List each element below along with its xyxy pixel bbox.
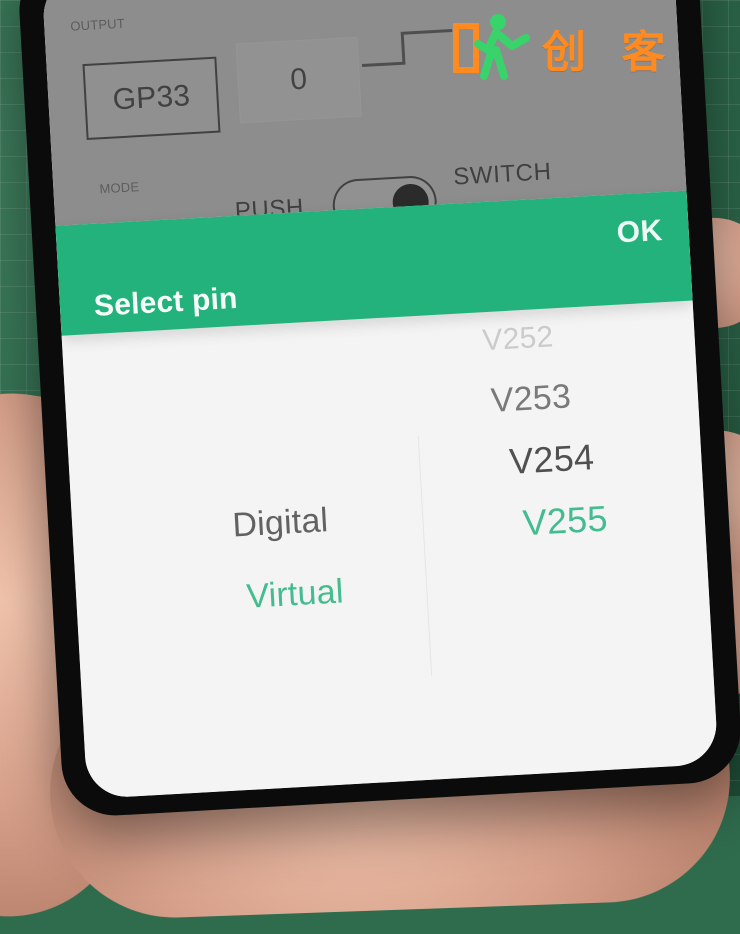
pin-picker[interactable]: Digital Virtual V252 V253 V254 V255 [62,300,719,799]
dialog-title: Select pin [93,281,239,323]
phone-screen: OUTPUT GP33 0 MODE PUSH SWITCH OK Select… [41,0,719,799]
pin-option-v255[interactable]: V255 [522,498,609,545]
select-pin-dialog: OK Select pin Digital Virtual V252 V253 … [55,190,719,799]
type-option-virtual[interactable]: Virtual [245,572,344,616]
phone: OUTPUT GP33 0 MODE PUSH SWITCH OK Select… [16,0,740,819]
ok-button[interactable]: OK [616,214,664,251]
picker-divider [417,435,433,676]
pin-option-v252[interactable]: V252 [482,320,555,358]
pin-option-v253[interactable]: V253 [490,377,572,420]
pin-option-v254[interactable]: V254 [508,436,595,483]
type-option-digital[interactable]: Digital [231,501,329,545]
